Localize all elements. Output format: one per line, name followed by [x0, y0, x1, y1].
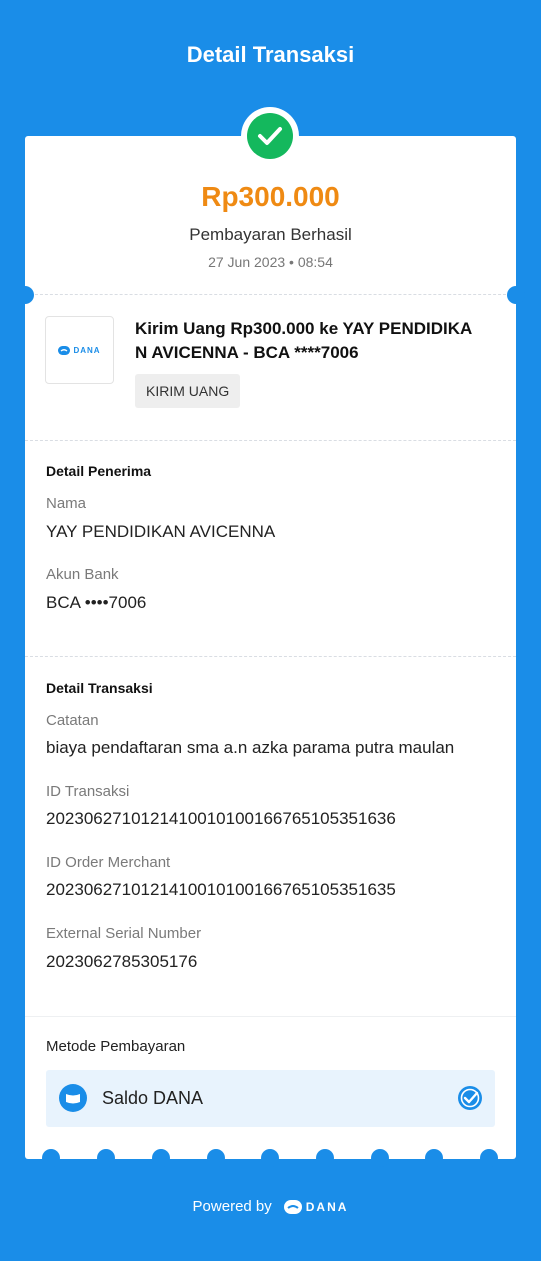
order-id-label: ID Order Merchant [46, 854, 171, 871]
payment-method-option[interactable]: Saldo DANA [46, 1070, 495, 1127]
payment-method-label: Saldo DANA [102, 1088, 204, 1108]
ticket-scallop [207, 1149, 225, 1167]
payment-method-heading: Metode Pembayaran [46, 1038, 186, 1055]
success-badge [241, 107, 299, 165]
merchant-logo-wordmark: DANA [73, 345, 101, 355]
section-divider [25, 440, 516, 441]
transaction-type-badge: KIRIM UANG [135, 374, 241, 408]
ticket-scallop [371, 1149, 389, 1167]
ticket-scallop [316, 1149, 334, 1167]
transaction-id-value: 2023062710121410010100166765105351636 [46, 809, 396, 828]
serial-number-label: External Serial Number [46, 925, 202, 942]
note-value: biaya pendaftaran sma a.n azka parama pu… [46, 738, 455, 757]
transaction-title: Kirim Uang Rp300.000 ke YAY PENDIDIKAN A… [135, 319, 473, 362]
ticket-notch-left [16, 286, 34, 304]
dana-logo-icon [58, 345, 71, 355]
recipient-name-label: Nama [46, 495, 87, 512]
ticket-scallop [480, 1149, 498, 1167]
note-label: Catatan [46, 712, 99, 729]
wallet-icon [59, 1084, 87, 1112]
serial-number-value: 2023062785305176 [46, 952, 198, 971]
powered-by-label: Powered by [192, 1198, 272, 1215]
ticket-scallop [152, 1149, 170, 1167]
section-divider [25, 1016, 516, 1017]
transaction-detail-screen: Detail Transaksi Rp300.000 Pembayaran Be… [0, 0, 541, 1261]
ticket-scallop [261, 1149, 279, 1167]
merchant-logo: DANA [45, 316, 114, 384]
check-circle-icon [247, 113, 293, 159]
ticket-notch-right [507, 286, 525, 304]
order-id-value: 2023062710121410010100166765105351635 [46, 880, 396, 899]
check-badge-icon [458, 1086, 482, 1110]
transaction-datetime: 27 Jun 2023 • 08:54 [208, 254, 333, 270]
dana-brand: DANA [283, 1199, 349, 1214]
transaction-status: Pembayaran Berhasil [189, 225, 352, 244]
transaction-id-label: ID Transaksi [46, 783, 130, 800]
ticket-scallop [425, 1149, 443, 1167]
footer: Powered by DANA [0, 1198, 541, 1215]
receipt-card [25, 136, 516, 1159]
ticket-scallop [97, 1149, 115, 1167]
recipient-bank-label: Akun Bank [46, 566, 119, 583]
recipient-name-value: YAY PENDIDIKAN AVICENNA [46, 522, 276, 541]
ticket-tear-line [25, 294, 516, 295]
recipient-heading: Detail Penerima [46, 463, 152, 479]
dana-logo-icon [283, 1199, 302, 1214]
details-heading: Detail Transaksi [46, 680, 153, 696]
ticket-scallop [42, 1149, 60, 1167]
recipient-bank-value: BCA ••••7006 [46, 593, 147, 612]
dana-wordmark: DANA [305, 1199, 349, 1214]
section-divider [25, 656, 516, 657]
page-title: Detail Transaksi [186, 42, 355, 67]
transaction-amount: Rp300.000 [201, 181, 340, 212]
